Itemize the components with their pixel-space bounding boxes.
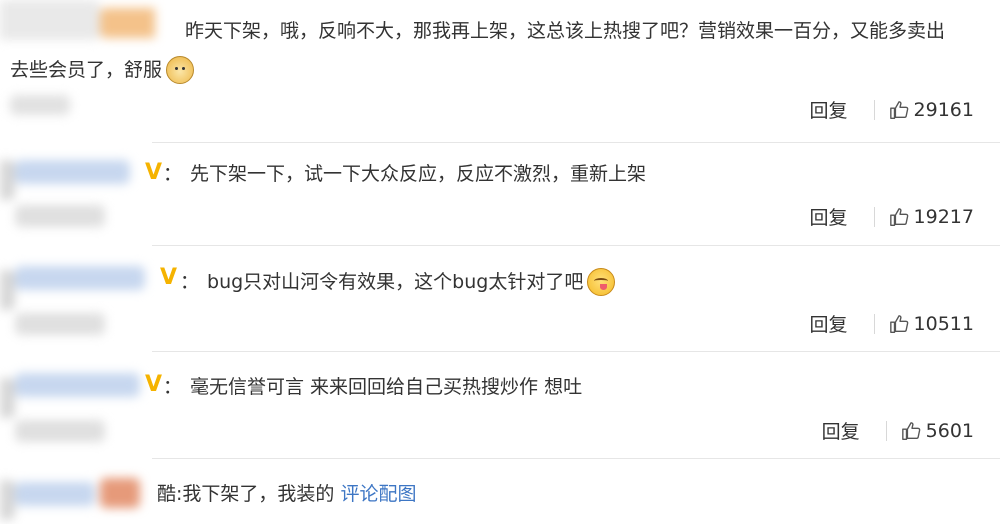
like-count: 19217 <box>913 205 974 228</box>
comment-5-body: 酷:我下架了，我装的 评论配图 <box>157 481 416 507</box>
reply-button[interactable]: 回复 <box>810 203 848 230</box>
comment-divider <box>152 245 1000 246</box>
yum-emoji-icon <box>587 268 616 296</box>
comment-1-text-line-2: 去些会员了，舒服 <box>10 56 195 84</box>
verified-v-badge-icon: V <box>145 160 163 185</box>
comment-divider <box>152 142 1000 143</box>
comment-divider <box>152 458 1000 459</box>
comment-4-body: ： 毫无信誉可言 来来回回给自己买热搜炒作 想吐 <box>163 374 582 400</box>
comment-separator: ： <box>180 271 200 293</box>
comment-4-actions: 回复 5601 <box>822 417 974 444</box>
action-divider <box>873 313 875 334</box>
comment-separator: ： <box>163 163 183 185</box>
comment-5-text: 酷:我下架了，我装的 <box>157 483 341 505</box>
like-count: 29161 <box>913 98 974 121</box>
like-button[interactable]: 19217 <box>889 206 974 228</box>
thumbs-up-icon <box>889 314 908 333</box>
comment-list-page: 昨天下架，哦，反响不大，那我再上架，这总该上热搜了吧？营销效果一百分，又能多卖出… <box>0 0 1000 524</box>
verified-v-badge-icon: V <box>145 372 163 397</box>
comment-separator: ： <box>163 376 183 398</box>
doge-emoji-icon <box>166 56 195 84</box>
verified-v-badge-icon: V <box>160 265 178 290</box>
comment-2-text: 先下架一下，试一下大众反应，反应不激烈，重新上架 <box>190 163 647 185</box>
like-button[interactable]: 10511 <box>889 313 974 335</box>
thumbs-up-icon <box>889 207 908 226</box>
comment-1-actions: 回复 29161 <box>810 96 974 123</box>
comment-3-text: bug只对山河令有效果，这个bug太针对了吧 <box>207 271 584 293</box>
reply-button[interactable]: 回复 <box>810 310 848 337</box>
action-divider <box>873 99 875 120</box>
comment-divider <box>152 351 1000 352</box>
like-count: 10511 <box>913 312 974 335</box>
comment-4-text: 毫无信誉可言 来来回回给自己买热搜炒作 想吐 <box>190 376 583 398</box>
comment-3-actions: 回复 10511 <box>810 310 974 337</box>
like-button[interactable]: 5601 <box>901 420 974 442</box>
comment-2-actions: 回复 19217 <box>810 203 974 230</box>
comment-1-text-line-1: 昨天下架，哦，反响不大，那我再上架，这总该上热搜了吧？营销效果一百分，又能多卖出 <box>185 20 946 42</box>
thumbs-up-icon <box>901 421 920 440</box>
action-divider <box>873 206 875 227</box>
reply-button[interactable]: 回复 <box>822 417 860 444</box>
comment-3-body: ： bug只对山河令有效果，这个bug太针对了吧 <box>180 268 616 296</box>
thumbs-up-icon <box>889 100 908 119</box>
like-button[interactable]: 29161 <box>889 99 974 121</box>
action-divider <box>885 420 887 441</box>
comment-1-text-line-2-content: 去些会员了，舒服 <box>10 59 163 81</box>
reply-button[interactable]: 回复 <box>810 96 848 123</box>
comment-image-link[interactable]: 评论配图 <box>340 483 416 505</box>
comment-2-body: ： 先下架一下，试一下大众反应，反应不激烈，重新上架 <box>163 161 646 187</box>
like-count: 5601 <box>925 419 974 442</box>
